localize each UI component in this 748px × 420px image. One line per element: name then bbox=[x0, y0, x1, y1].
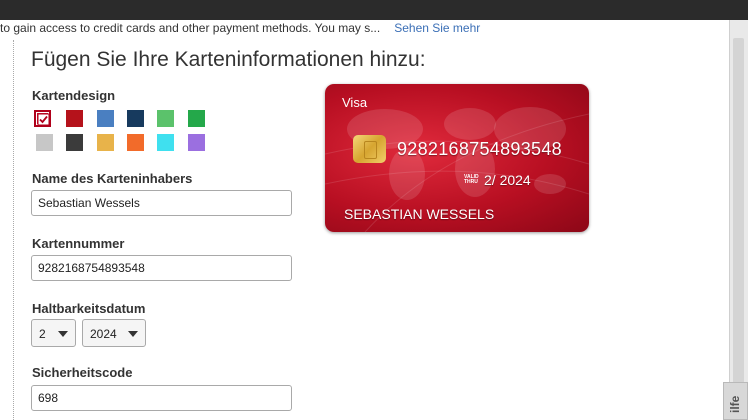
swatch-navy[interactable] bbox=[127, 110, 144, 127]
page-title: Fügen Sie Ihre Karteninformationen hinzu… bbox=[31, 48, 426, 71]
cardholder-name-label: Name des Karteninhabers bbox=[32, 171, 193, 186]
card-preview-expiry: 2/ 2024 bbox=[484, 172, 531, 188]
card-preview-number: 9282168754893548 bbox=[397, 139, 562, 159]
security-code-input[interactable] bbox=[31, 385, 292, 411]
swatch-blue[interactable] bbox=[97, 110, 114, 127]
swatch-light-green[interactable] bbox=[157, 110, 174, 127]
swatch-red-fill bbox=[37, 113, 50, 126]
expiry-year-select[interactable]: 2024 bbox=[82, 319, 146, 347]
swatch-green[interactable] bbox=[188, 110, 205, 127]
help-tab[interactable]: ilfe bbox=[723, 382, 748, 420]
expiry-date-label: Haltbarkeitsdatum bbox=[32, 301, 146, 316]
expiry-year-value: 2024 bbox=[90, 327, 117, 341]
card-preview: Visa 9282168754893548 VALID THRU 2/ 2024… bbox=[325, 84, 589, 232]
card-preview-holder: SEBASTIAN WESSELS bbox=[344, 206, 495, 222]
valid-thru-label: VALID THRU bbox=[464, 174, 479, 185]
swatch-charcoal[interactable] bbox=[66, 134, 83, 151]
swatch-light-gray[interactable] bbox=[36, 134, 53, 151]
expiry-month-select[interactable]: 2 bbox=[31, 319, 76, 347]
chevron-down-icon bbox=[128, 331, 138, 337]
security-code-label: Sicherheitscode bbox=[32, 365, 133, 380]
card-number-input[interactable] bbox=[31, 255, 292, 281]
swatch-purple[interactable] bbox=[188, 134, 205, 151]
dotted-divider bbox=[13, 40, 14, 420]
checkmark-icon bbox=[37, 113, 50, 126]
card-design-label: Kartendesign bbox=[32, 88, 116, 103]
swatch-orange[interactable] bbox=[127, 134, 144, 151]
swatch-red-selected[interactable] bbox=[34, 110, 51, 127]
notice-text: to gain access to credit cards and other… bbox=[0, 21, 381, 35]
card-brand: Visa bbox=[342, 95, 368, 110]
cardholder-name-input[interactable] bbox=[31, 190, 292, 216]
expiry-month-value: 2 bbox=[39, 327, 46, 341]
swatch-gold[interactable] bbox=[97, 134, 114, 151]
card-number-label: Kartennummer bbox=[32, 236, 125, 251]
top-bar bbox=[0, 0, 748, 20]
scrollbar-thumb[interactable] bbox=[733, 38, 744, 398]
swatch-cyan[interactable] bbox=[157, 134, 174, 151]
see-more-link[interactable]: Sehen Sie mehr bbox=[394, 21, 480, 35]
chip-contacts bbox=[364, 141, 377, 159]
info-notice: to gain access to credit cards and other… bbox=[0, 21, 480, 35]
help-tab-label: ilfe bbox=[728, 395, 742, 413]
chevron-down-icon bbox=[58, 331, 68, 337]
swatch-dark-red[interactable] bbox=[66, 110, 83, 127]
